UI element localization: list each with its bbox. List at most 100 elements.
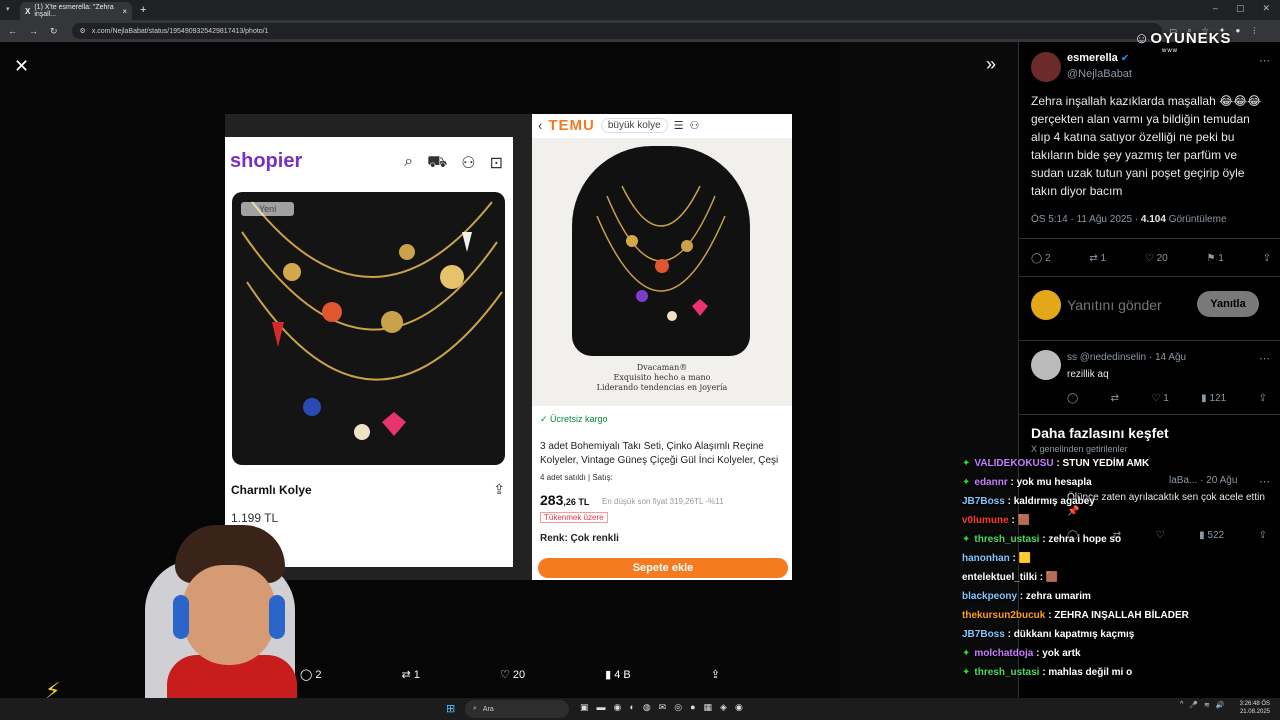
spotify-icon[interactable]: ● [690,702,695,713]
chat-message: ✦ edannr : yok mu hesapla [962,477,1092,488]
new-badge: Yeni [241,202,295,216]
chat-message: ✦ thresh_ustasi : zehra i hope so [962,534,1122,545]
site-info-icon[interactable]: ⚙ [80,27,86,35]
chrome-icon[interactable]: ◉ [614,702,622,713]
repost-count-button[interactable]: ⇄ 1 [1089,253,1106,264]
window-controls: – ▢ ✕ [1213,3,1270,14]
chat-username[interactable]: molchatdoja [974,648,1033,659]
tweet-photo[interactable]: shopier ⌕ ⛟ ⚇ ⊡ Yeni Charmlı Kolye 1.199… [225,114,792,580]
discord-icon[interactable]: ◍ [643,702,651,713]
list-icon: ☰ [673,119,684,132]
chat-username[interactable]: thekursun2bucuk [962,610,1045,621]
browser-tab-bar: ▾ X (1) X'te esmerella: "Zehra inşall...… [0,0,1280,20]
bag-icon: ⊡ [489,155,503,172]
photo-action-bar: ◯ 2 ⇄ 1 ♡ 20 ▮ 4 B ⇪ [300,668,720,681]
windows-start-icon[interactable]: ⊞ [446,702,455,715]
tab-close-icon[interactable]: × [122,7,127,16]
chat-text: zehra umarim [1025,591,1091,602]
share-icon[interactable]: ⇪ [1259,393,1267,404]
steam-icon[interactable]: ◎ [674,702,682,713]
chrome-icon-2[interactable]: ◉ [735,702,743,713]
chat-message: ✦ molchatdoja : yok artk [962,648,1081,659]
chevron-up-icon[interactable]: ^ [1180,701,1183,709]
system-tray: ^ 🎤 ≋ 🔊 [1180,701,1225,709]
chat-text: ZEHRA INŞALLAH BİLADER [1054,610,1189,621]
chat-username[interactable]: JB7Boss [962,629,1005,640]
free-shipping-label: ✓ Ücretsiz kargo [540,414,608,424]
url-bar[interactable]: ⚙ x.com/NejlaBabat/status/19549093254298… [71,23,1162,39]
bookmark-button[interactable]: ⚑ 1 [1207,253,1224,264]
app-icon[interactable]: ▦ [704,702,713,713]
window-close-icon[interactable]: ✕ [1262,3,1270,14]
streamer-avatar [145,525,305,720]
like-button[interactable]: ♡ 1 [1151,393,1168,404]
reply-stats: ◯ ⇄ ♡ 1 ▮ 121 ⇪ [1067,393,1267,404]
chat-username[interactable]: VALIDEKOKUSU [974,458,1053,469]
repost-icon[interactable]: ⇄ [1111,393,1119,404]
wifi-icon[interactable]: ≋ [1204,701,1210,709]
maximize-icon[interactable]: ▢ [1236,3,1245,14]
reply-author[interactable]: ss @nededinselin · 14 Ağu [1067,352,1186,363]
taskbar-search[interactable]: ⌕ Ara [465,700,569,718]
close-viewer-icon[interactable]: ✕ [14,56,29,77]
new-tab-icon[interactable]: + [140,4,146,16]
reply-icon[interactable]: ◯ [1067,393,1078,404]
windows-taskbar: ⊞ ⌕ Ara ▣ ▬ ◉ ◐ ◍ ✉ ◎ ● ▦ ◈ ◉ ^ 🎤 ≋ 🔊 3:… [0,698,1280,720]
necklace-illustration [241,201,503,440]
chat-username[interactable]: hanonhan [962,553,1010,564]
back-icon[interactable]: ← [8,26,17,37]
obs-icon[interactable]: ◈ [720,702,727,713]
more-options-icon[interactable]: ⋯ [1259,54,1270,67]
search-icon: ⌕ [473,705,477,712]
menu-icon[interactable]: ⋮ [1250,26,1258,36]
author-handle[interactable]: @NejlaBabat [1067,68,1132,80]
chat-message: ✦ thresh_ustasi : mahlas değil mi o [962,667,1133,678]
reply-input[interactable]: Yanıtını gönder [1067,297,1162,313]
mail-icon[interactable]: ✉ [659,702,667,713]
reply-count-button[interactable]: ◯ 2 [1031,253,1051,264]
chat-username[interactable]: v0lumune [962,515,1009,526]
chat-username[interactable]: thresh_ustasi [974,667,1039,678]
share-icon[interactable]: ⇪ [711,668,720,681]
profile-icon[interactable]: ● [1235,26,1240,36]
more-options-icon[interactable]: ⋯ [1259,352,1270,365]
taskbar-apps: ▣ ▬ ◉ ◐ ◍ ✉ ◎ ● ▦ ◈ ◉ [580,702,743,713]
edge-icon[interactable]: ◐ [629,702,634,713]
minimize-icon[interactable]: – [1213,3,1218,14]
browser-tab[interactable]: X (1) X'te esmerella: "Zehra inşall... × [20,2,132,20]
tab-dropdown-icon[interactable]: ▾ [6,5,10,13]
mic-icon[interactable]: 🎤 [1189,701,1198,709]
chat-text: 🟨 [1018,553,1032,564]
like-button[interactable]: ♡ 20 [500,668,525,681]
views-button[interactable]: ▮ 4 B [605,668,631,681]
brand-line-3: Liderando tendencias en joyería [596,383,728,392]
reload-icon[interactable]: ↻ [50,26,58,37]
folder-icon[interactable]: ▬ [597,702,606,713]
reply-submit-button[interactable]: Yanıtla [1197,291,1259,317]
author-name[interactable]: esmerella ✔ [1067,52,1129,64]
temu-price: 283,26 TL [540,492,590,508]
chat-username[interactable]: edannr [974,477,1007,488]
chat-username[interactable]: blackpeony [962,591,1017,602]
logo-icon: ☺ [1134,30,1151,47]
repost-button[interactable]: ⇄ 1 [402,668,420,681]
chat-username[interactable]: thresh_ustasi [974,534,1039,545]
volume-icon[interactable]: 🔊 [1216,701,1225,709]
task-view-icon[interactable]: ▣ [580,702,589,713]
chat-message: thekursun2bucuk : ZEHRA INŞALLAH BİLADER [962,610,1189,621]
forward-icon[interactable]: → [29,26,38,37]
chat-username[interactable]: JB7Boss [962,496,1005,507]
views-button[interactable]: ▮ 121 [1201,393,1226,404]
chat-username[interactable]: entelektuel_tilki [962,572,1037,583]
chat-text: 🟫 [1017,515,1031,526]
author-avatar[interactable] [1031,52,1061,82]
chat-text: yok mu hesapla [1016,477,1092,488]
user-icon: ⚇ [689,119,700,132]
system-clock[interactable]: 3:26:48 ÖS 21.08.2025 [1240,700,1270,716]
collapse-panel-icon[interactable]: » [986,54,996,75]
reply-avatar[interactable] [1031,350,1061,380]
like-count-button[interactable]: ♡ 20 [1145,253,1168,264]
chat-message: v0lumune : 🟫 [962,515,1031,526]
shopier-screenshot: shopier ⌕ ⛟ ⚇ ⊡ Yeni Charmlı Kolye 1.199… [225,137,513,567]
share-icon[interactable]: ⇪ [1263,253,1271,264]
